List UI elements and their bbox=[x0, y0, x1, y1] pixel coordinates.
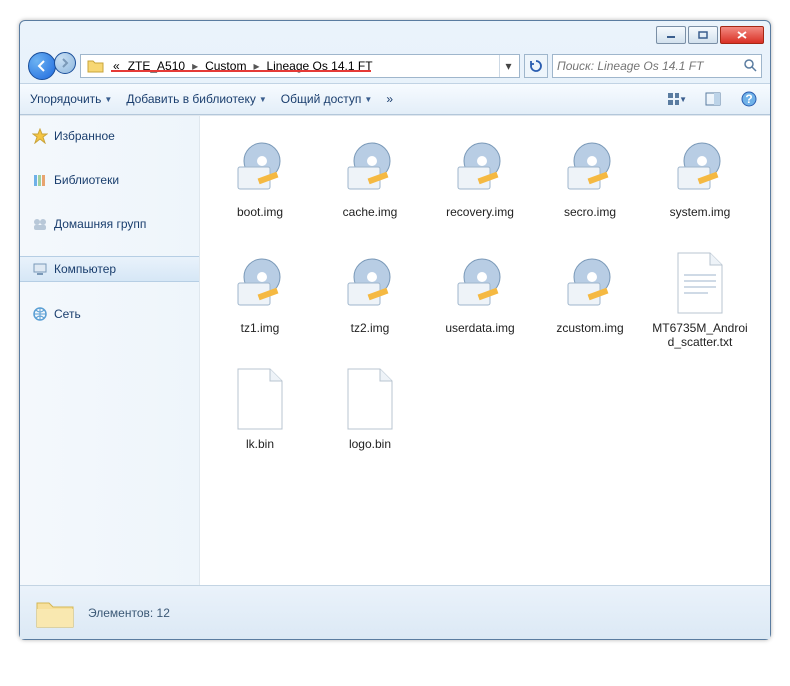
explorer-window: « ZTE_A510 ▸ Custom ▸ Lineage Os 14.1 FT… bbox=[19, 20, 771, 640]
chevron-down-icon: ▼ bbox=[364, 95, 372, 104]
file-item[interactable]: zcustom.img bbox=[538, 244, 642, 354]
file-item[interactable]: userdata.img bbox=[428, 244, 532, 354]
annotation-underline bbox=[111, 70, 371, 72]
files-pane[interactable]: boot.img cache.img recovery.img secro.img sy… bbox=[200, 116, 770, 585]
star-icon bbox=[32, 128, 48, 144]
sidebar-item-homegroup[interactable]: Домашняя групп bbox=[20, 212, 199, 236]
sidebar-label: Избранное bbox=[54, 129, 115, 143]
organize-label: Упорядочить bbox=[30, 92, 101, 106]
sidebar-label: Библиотеки bbox=[54, 173, 119, 187]
sidebar-label: Домашняя групп bbox=[54, 217, 146, 231]
folder-icon bbox=[87, 58, 105, 74]
file-type-icon bbox=[558, 251, 622, 315]
folder-icon bbox=[34, 595, 76, 631]
file-item[interactable]: tz1.img bbox=[208, 244, 312, 354]
nav-buttons bbox=[28, 52, 76, 80]
search-input[interactable] bbox=[557, 59, 743, 73]
file-label: logo.bin bbox=[349, 437, 391, 451]
file-type-icon bbox=[228, 135, 292, 199]
sidebar-label: Компьютер bbox=[54, 262, 116, 276]
file-type-icon bbox=[448, 251, 512, 315]
back-button[interactable] bbox=[28, 52, 56, 80]
file-label: cache.img bbox=[343, 205, 398, 219]
chevron-down-icon: ▼ bbox=[259, 95, 267, 104]
file-label: MT6735M_Android_scatter.txt bbox=[651, 321, 749, 350]
preview-pane-button[interactable] bbox=[702, 88, 724, 110]
refresh-button[interactable] bbox=[524, 54, 548, 78]
sidebar-item-computer[interactable]: Компьютер bbox=[20, 256, 199, 282]
homegroup-icon bbox=[32, 216, 48, 232]
file-label: tz2.img bbox=[351, 321, 390, 335]
sidebar-item-libraries[interactable]: Библиотеки bbox=[20, 168, 199, 192]
breadcrumb-path: « ZTE_A510 ▸ Custom ▸ Lineage Os 14.1 FT bbox=[109, 59, 499, 73]
file-type-icon bbox=[338, 135, 402, 199]
file-item[interactable]: system.img bbox=[648, 128, 752, 238]
file-item[interactable]: MT6735M_Android_scatter.txt bbox=[648, 244, 752, 354]
help-button[interactable]: ? bbox=[738, 88, 760, 110]
library-label: Добавить в библиотеку bbox=[126, 92, 256, 106]
close-button[interactable] bbox=[720, 26, 764, 44]
status-bar: Элементов: 12 bbox=[20, 585, 770, 639]
file-type-icon bbox=[668, 251, 732, 315]
status-count: Элементов: 12 bbox=[88, 606, 170, 620]
file-label: recovery.img bbox=[446, 205, 514, 219]
minimize-button[interactable] bbox=[656, 26, 686, 44]
sidebar-item-favorites[interactable]: Избранное bbox=[20, 124, 199, 148]
share-label: Общий доступ bbox=[281, 92, 362, 106]
file-label: zcustom.img bbox=[556, 321, 623, 335]
content-area: Избранное Библиотеки Домашняя групп bbox=[20, 115, 770, 585]
breadcrumb[interactable]: « ZTE_A510 ▸ Custom ▸ Lineage Os 14.1 FT… bbox=[80, 54, 520, 78]
share-menu[interactable]: Общий доступ ▼ bbox=[281, 92, 373, 106]
file-item[interactable]: boot.img bbox=[208, 128, 312, 238]
file-label: userdata.img bbox=[445, 321, 514, 335]
file-item[interactable]: lk.bin bbox=[208, 360, 312, 470]
libraries-icon bbox=[32, 172, 48, 188]
file-label: lk.bin bbox=[246, 437, 274, 451]
sidebar-item-network[interactable]: Сеть bbox=[20, 302, 199, 326]
computer-icon bbox=[32, 261, 48, 277]
navigation-pane: Избранное Библиотеки Домашняя групп bbox=[20, 116, 200, 585]
network-icon bbox=[32, 306, 48, 322]
file-type-icon bbox=[228, 251, 292, 315]
search-box[interactable] bbox=[552, 54, 762, 78]
maximize-button[interactable] bbox=[688, 26, 718, 44]
file-item[interactable]: secro.img bbox=[538, 128, 642, 238]
file-type-icon bbox=[448, 135, 512, 199]
chevron-down-icon: ▼ bbox=[104, 95, 112, 104]
file-label: tz1.img bbox=[241, 321, 280, 335]
sidebar-label: Сеть bbox=[54, 307, 81, 321]
file-type-icon bbox=[558, 135, 622, 199]
file-type-icon bbox=[338, 251, 402, 315]
titlebar bbox=[20, 21, 770, 49]
organize-menu[interactable]: Упорядочить ▼ bbox=[30, 92, 112, 106]
file-item[interactable]: tz2.img bbox=[318, 244, 422, 354]
toolbar-overflow[interactable]: » bbox=[386, 92, 393, 106]
file-item[interactable]: logo.bin bbox=[318, 360, 422, 470]
file-type-icon bbox=[228, 367, 292, 431]
toolbar: Упорядочить ▼ Добавить в библиотеку ▼ Об… bbox=[20, 83, 770, 115]
address-bar: « ZTE_A510 ▸ Custom ▸ Lineage Os 14.1 FT… bbox=[20, 49, 770, 83]
view-options-button[interactable]: ▼ bbox=[666, 88, 688, 110]
file-label: boot.img bbox=[237, 205, 283, 219]
file-item[interactable]: cache.img bbox=[318, 128, 422, 238]
file-item[interactable]: recovery.img bbox=[428, 128, 532, 238]
file-label: secro.img bbox=[564, 205, 616, 219]
breadcrumb-dropdown[interactable]: ▾ bbox=[499, 55, 517, 77]
svg-text:?: ? bbox=[745, 92, 752, 106]
forward-button[interactable] bbox=[54, 52, 76, 74]
search-icon[interactable] bbox=[743, 58, 757, 75]
file-label: system.img bbox=[670, 205, 731, 219]
file-type-icon bbox=[338, 367, 402, 431]
library-menu[interactable]: Добавить в библиотеку ▼ bbox=[126, 92, 266, 106]
chevron-down-icon: ▼ bbox=[679, 95, 687, 104]
file-type-icon bbox=[668, 135, 732, 199]
